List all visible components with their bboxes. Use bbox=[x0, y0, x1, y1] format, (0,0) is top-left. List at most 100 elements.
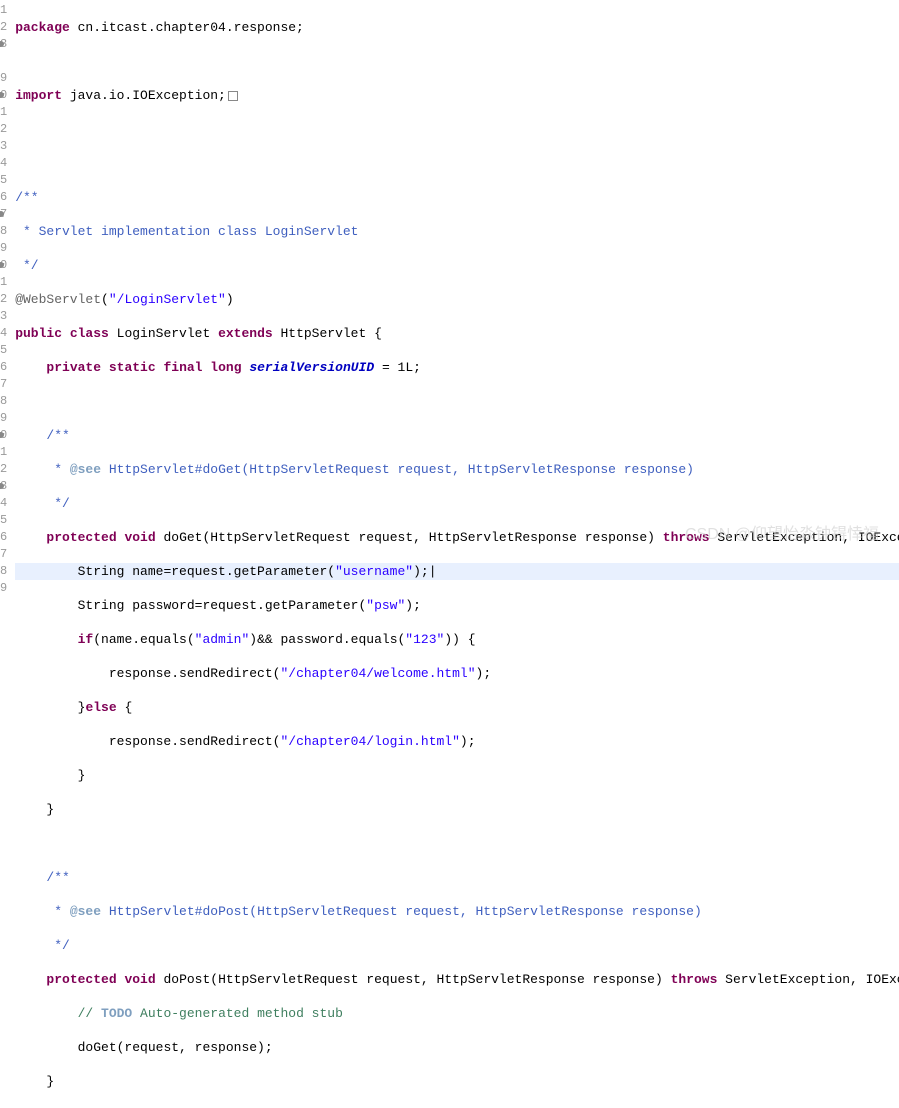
keyword: final bbox=[163, 360, 202, 375]
code-line[interactable]: }else { bbox=[15, 699, 899, 716]
code-line[interactable]: */ bbox=[15, 257, 899, 274]
code-text: HttpServlet { bbox=[273, 326, 382, 341]
string: "username" bbox=[335, 564, 413, 579]
code-line[interactable]: } bbox=[15, 767, 899, 784]
keyword: else bbox=[85, 700, 116, 715]
line-number[interactable]: 0 bbox=[0, 87, 7, 104]
code-line[interactable]: */ bbox=[15, 937, 899, 954]
code-editor[interactable]: package cn.itcast.chapter04.response; im… bbox=[11, 0, 899, 554]
keyword: class bbox=[70, 326, 109, 341]
javadoc: HttpServlet#doGet(HttpServletRequest req… bbox=[101, 462, 694, 477]
javadoc: */ bbox=[15, 258, 38, 273]
line-number: 8 bbox=[0, 563, 7, 580]
code-line[interactable]: * Servlet implementation class LoginServ… bbox=[15, 223, 899, 240]
line-number: 2 bbox=[0, 121, 7, 138]
code-text: response.sendRedirect( bbox=[109, 734, 281, 749]
code-line[interactable]: // TODO Auto-generated method stub bbox=[15, 1005, 899, 1022]
line-number: 4 bbox=[0, 155, 7, 172]
code-line[interactable]: response.sendRedirect("/chapter04/login.… bbox=[15, 733, 899, 750]
annotation: @WebServlet bbox=[15, 292, 101, 307]
code-text: doGet(request, response); bbox=[78, 1040, 273, 1055]
line-number: 5 bbox=[0, 342, 7, 359]
code-text: )&& password.equals( bbox=[249, 632, 405, 647]
code-line-current[interactable]: String name=request.getParameter("userna… bbox=[15, 563, 899, 580]
code-text: } bbox=[78, 768, 86, 783]
javadoc: * Servlet implementation class LoginServ… bbox=[15, 224, 358, 239]
code-text: String name=request.getParameter( bbox=[78, 564, 335, 579]
line-number: 1 bbox=[0, 274, 7, 291]
code-text: ServletException, IOException { bbox=[710, 530, 899, 545]
code-line[interactable]: /** bbox=[15, 869, 899, 886]
javadoc-tag: @see bbox=[70, 462, 101, 477]
code-line[interactable] bbox=[15, 53, 899, 70]
code-line[interactable]: } bbox=[15, 1073, 899, 1090]
code-text: { bbox=[117, 700, 133, 715]
field: serialVersionUID bbox=[249, 360, 374, 375]
code-line[interactable]: @WebServlet("/LoginServlet") bbox=[15, 291, 899, 308]
code-text: java.io.IOException; bbox=[62, 88, 226, 103]
keyword: public bbox=[15, 326, 62, 341]
code-line[interactable]: * @see HttpServlet#doGet(HttpServletRequ… bbox=[15, 461, 899, 478]
line-number[interactable]: 3 bbox=[0, 478, 7, 495]
line-number: 7 bbox=[0, 376, 7, 393]
line-number: 9 bbox=[0, 580, 7, 597]
code-line[interactable]: } bbox=[15, 801, 899, 818]
comment: // bbox=[78, 1006, 101, 1021]
line-number[interactable]: 0 bbox=[0, 427, 7, 444]
string: "123" bbox=[405, 632, 444, 647]
code-line[interactable]: * @see HttpServlet#doPost(HttpServletReq… bbox=[15, 903, 899, 920]
code-line[interactable] bbox=[15, 835, 899, 852]
code-line[interactable]: package cn.itcast.chapter04.response; bbox=[15, 19, 899, 36]
keyword: protected bbox=[46, 530, 116, 545]
string: "/chapter04/login.html" bbox=[280, 734, 459, 749]
keyword: void bbox=[124, 530, 155, 545]
code-line[interactable] bbox=[15, 1107, 899, 1108]
code-text: ); bbox=[460, 734, 476, 749]
code-line[interactable]: doGet(request, response); bbox=[15, 1039, 899, 1056]
code-line[interactable]: /** bbox=[15, 189, 899, 206]
line-number-gutter: 1 2 3 9 0 1 2 3 4 5 6 7 8 9 0 1 2 3 4 5 … bbox=[0, 0, 11, 554]
javadoc: */ bbox=[46, 938, 69, 953]
line-number: 1 bbox=[0, 104, 7, 121]
code-line[interactable]: /** bbox=[15, 427, 899, 444]
javadoc-tag: @see bbox=[70, 904, 101, 919]
code-line[interactable] bbox=[15, 121, 899, 138]
line-number[interactable]: 3 bbox=[0, 36, 7, 53]
code-line[interactable]: response.sendRedirect("/chapter04/welcom… bbox=[15, 665, 899, 682]
line-number: 8 bbox=[0, 223, 7, 240]
keyword: void bbox=[124, 972, 155, 987]
line-number: 2 bbox=[0, 461, 7, 478]
code-line[interactable]: import java.io.IOException; bbox=[15, 87, 899, 104]
keyword: import bbox=[15, 88, 62, 103]
code-line[interactable]: public class LoginServlet extends HttpSe… bbox=[15, 325, 899, 342]
line-number: 4 bbox=[0, 325, 7, 342]
line-number bbox=[0, 53, 7, 70]
keyword: extends bbox=[218, 326, 273, 341]
code-text: ); bbox=[413, 564, 429, 579]
line-number[interactable]: 0 bbox=[0, 257, 7, 274]
line-number[interactable]: 7 bbox=[0, 206, 7, 223]
javadoc: * bbox=[46, 904, 69, 919]
todo: TODO bbox=[101, 1006, 132, 1021]
code-line[interactable]: private static final long serialVersionU… bbox=[15, 359, 899, 376]
code-line[interactable]: if(name.equals("admin")&& password.equal… bbox=[15, 631, 899, 648]
code-line[interactable]: protected void doGet(HttpServletRequest … bbox=[15, 529, 899, 546]
keyword: private bbox=[46, 360, 101, 375]
code-line[interactable]: */ bbox=[15, 495, 899, 512]
javadoc: /** bbox=[15, 190, 38, 205]
line-number: 4 bbox=[0, 495, 7, 512]
code-line[interactable] bbox=[15, 393, 899, 410]
code-text: String password=request.getParameter( bbox=[78, 598, 367, 613]
line-number: 6 bbox=[0, 189, 7, 206]
method-sig: doGet(HttpServletRequest request, HttpSe… bbox=[156, 530, 663, 545]
javadoc: */ bbox=[46, 496, 69, 511]
paren: ) bbox=[226, 292, 234, 307]
keyword: throws bbox=[671, 972, 718, 987]
fold-marker-icon[interactable] bbox=[228, 91, 238, 101]
code-line[interactable]: protected void doPost(HttpServletRequest… bbox=[15, 971, 899, 988]
line-number: 3 bbox=[0, 138, 7, 155]
keyword: if bbox=[78, 632, 94, 647]
code-line[interactable] bbox=[15, 155, 899, 172]
code-text: } bbox=[46, 1074, 54, 1089]
code-line[interactable]: String password=request.getParameter("ps… bbox=[15, 597, 899, 614]
